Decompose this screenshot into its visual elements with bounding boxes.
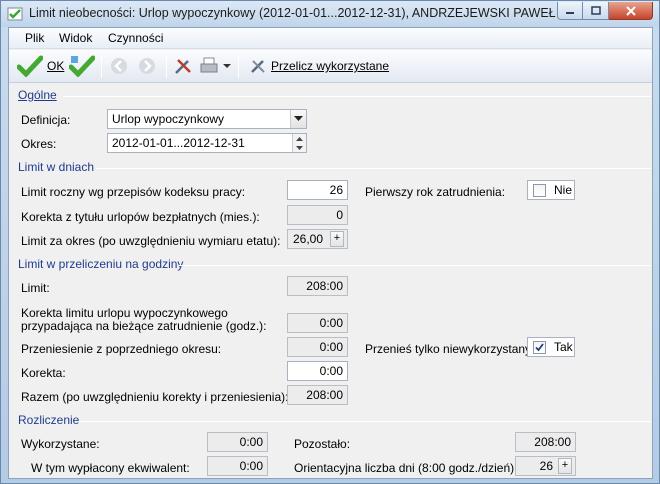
chevron-down-icon <box>223 64 231 68</box>
previous-button[interactable] <box>109 54 129 78</box>
wykorzystane-field: 0:00 <box>207 432 268 452</box>
arrow-right-icon <box>139 58 155 74</box>
menu-czynnosci[interactable]: Czynności <box>108 31 163 45</box>
przelicz-button[interactable]: Przelicz wykorzystane <box>249 54 389 78</box>
recalculate-tools-icon <box>251 60 265 73</box>
pierwszy-rok-label: Pierwszy rok zatrudnienia: <box>365 185 506 199</box>
chevron-down-icon <box>294 116 303 121</box>
definicja-value: Urlop wypoczynkowy <box>112 112 225 126</box>
ok-and-next-button[interactable] <box>69 54 95 78</box>
toolbar: OK Przelicz wykorzystane <box>9 50 652 83</box>
menu-widok[interactable]: Widok <box>59 31 92 45</box>
menu-bar: Plik Widok Czynności <box>9 28 652 49</box>
menu-plik[interactable]: Plik <box>25 31 44 45</box>
dialog-window: Limit nieobecności: Urlop wypoczynkowy (… <box>0 0 660 484</box>
korekta-limitu-label-line2: przypadająca na bieżące zatrudnienie (go… <box>21 319 267 333</box>
section-limit-dni-title: Limit w dniach <box>18 160 95 174</box>
checkmark-plus-icon <box>69 55 95 77</box>
maximize-button[interactable] <box>583 2 609 20</box>
section-rozliczenie-title: Rozliczenie <box>18 413 80 427</box>
limit-za-okres-plus-button[interactable]: + <box>330 231 344 247</box>
definicja-dropdown[interactable] <box>290 110 306 128</box>
limit-za-okres-label: Limit za okres (po uwzględnieniu wymiaru… <box>21 234 281 248</box>
limit-godziny-label: Limit: <box>21 281 50 295</box>
section-ogolne-title: Ogólne <box>18 88 57 102</box>
definicja-select[interactable]: Urlop wypoczynkowy <box>107 109 307 129</box>
razem-label: Razem (po uwzględnieniu korekty i przeni… <box>21 390 289 404</box>
print-dropdown[interactable] <box>222 54 232 78</box>
przeniesienie-field: 0:00 <box>287 337 348 357</box>
next-button[interactable] <box>137 54 157 78</box>
pierwszy-rok-checkbox[interactable]: Nie <box>527 180 575 200</box>
wyplacony-ekwiwalent-field: 0:00 <box>207 456 268 476</box>
orientacyjna-label: Orientacyjna liczba dni (8:00 godz./dzie… <box>294 461 518 475</box>
window-title: Limit nieobecności: Urlop wypoczynkowy (… <box>29 6 589 20</box>
minimize-button[interactable] <box>557 2 583 20</box>
close-button[interactable] <box>609 2 653 20</box>
korekta-limitu-field: 0:00 <box>287 313 348 333</box>
dialog-client-area: Plik Widok Czynności OK Przelicz wykorzy… <box>8 27 653 479</box>
okres-value: 2012-01-01...2012-12-31 <box>112 136 245 150</box>
przenies-label: Przenieś tylko niewykorzystany: <box>365 342 535 356</box>
plus-icon: + <box>333 232 341 244</box>
korekta-godziny-field[interactable]: 0:00 <box>287 361 348 381</box>
orientacyjna-plus-button[interactable]: + <box>558 458 572 474</box>
wyplacony-ekwiwalent-label: W tym wypłacony ekwiwalent: <box>31 461 190 475</box>
print-button[interactable] <box>199 54 219 78</box>
korekta-limitu-label-line1: Korekta limitu urlopu wypoczynkowego <box>21 306 228 320</box>
wykorzystane-label: Wykorzystane: <box>21 437 100 451</box>
przelicz-label: Przelicz wykorzystane <box>271 59 390 73</box>
section-limit-godziny-title: Limit w przeliczeniu na godziny <box>18 257 184 271</box>
arrow-left-icon <box>111 58 127 74</box>
checkmark-icon <box>17 55 43 77</box>
korekta-godziny-label: Korekta: <box>21 366 66 380</box>
definicja-label: Definicja: <box>21 113 71 127</box>
checkbox-checked-icon[interactable] <box>533 340 546 354</box>
okres-spinner[interactable] <box>292 134 306 152</box>
spin-up-icon[interactable] <box>293 134 306 143</box>
limit-godziny-field: 208:00 <box>287 276 348 296</box>
pozostalo-field: 208:00 <box>515 432 576 452</box>
pierwszy-rok-value: Nie <box>554 183 573 197</box>
okres-field[interactable]: 2012-01-01...2012-12-31 <box>107 133 307 153</box>
tools-button[interactable] <box>173 54 193 78</box>
spin-down-icon[interactable] <box>293 143 306 152</box>
przeniesienie-label: Przeniesienie z poprzedniego okresu: <box>21 342 222 356</box>
razem-field: 208:00 <box>287 385 348 405</box>
plus-icon: + <box>561 459 569 471</box>
printer-icon <box>200 57 218 73</box>
korekta-bezplatne-field: 0 <box>287 205 348 225</box>
limit-roczny-field[interactable]: 26 <box>287 180 348 200</box>
przenies-checkbox[interactable]: Tak <box>527 337 575 357</box>
pozostalo-label: Pozostało: <box>294 437 351 451</box>
app-icon <box>7 7 23 21</box>
title-bar[interactable]: Limit nieobecności: Urlop wypoczynkowy (… <box>1 1 659 27</box>
ok-button[interactable]: OK <box>17 54 64 78</box>
maximize-icon <box>590 5 601 15</box>
minimize-icon <box>566 11 574 14</box>
korekta-bezplatne-label: Korekta z tytułu urlopów bezpłatnych (mi… <box>21 210 260 224</box>
ok-label: OK <box>47 59 65 73</box>
przenies-value: Tak <box>554 340 573 354</box>
okres-label: Okres: <box>21 137 57 151</box>
limit-roczny-label: Limit roczny wg przepisów kodeksu pracy: <box>21 185 246 199</box>
close-icon <box>625 5 636 16</box>
tools-icon <box>175 59 191 74</box>
checkbox-unchecked-icon[interactable] <box>533 183 546 197</box>
